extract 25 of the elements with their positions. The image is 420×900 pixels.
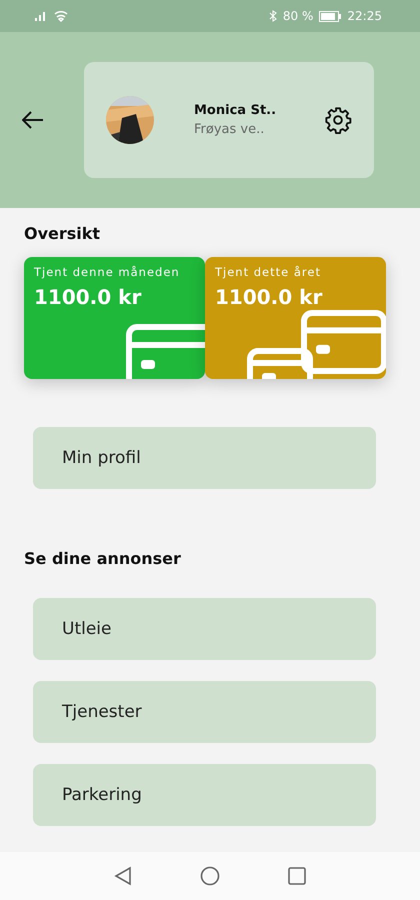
profile-button[interactable]: Min profil: [33, 427, 376, 489]
clock: 22:25: [347, 9, 382, 23]
earnings-amount: 1100.0 kr: [215, 285, 322, 309]
settings-icon[interactable]: [324, 106, 352, 134]
profile-name: Monica St..: [194, 103, 278, 118]
home-icon[interactable]: [200, 866, 220, 886]
battery-percent: 80 %: [282, 9, 314, 23]
earnings-label: Tjent dette året: [215, 265, 322, 279]
listing-category-button[interactable]: Utleie: [33, 598, 376, 660]
wifi-icon: [54, 10, 68, 22]
listing-category-button[interactable]: Parkering: [33, 764, 376, 826]
section-title: Oversikt: [23, 224, 102, 243]
earnings-amount: 1100.0 kr: [34, 285, 142, 309]
profile-subtitle: Frøyas ve..: [194, 122, 266, 137]
back-icon[interactable]: [114, 866, 132, 886]
profile-card[interactable]: Monica St.. Frøyas ve..: [84, 62, 374, 178]
recents-icon[interactable]: [288, 867, 306, 885]
earnings-label: Tjent denne måneden: [34, 265, 181, 279]
signal-icon: [34, 10, 48, 22]
back-arrow-icon[interactable]: [22, 111, 44, 129]
credit-cards-icon: [246, 309, 386, 379]
section-title: Se dine annonser: [23, 549, 182, 568]
bluetooth-icon: [268, 10, 277, 22]
battery-icon: [319, 10, 342, 22]
listing-category-button[interactable]: Tjenester: [33, 681, 376, 743]
